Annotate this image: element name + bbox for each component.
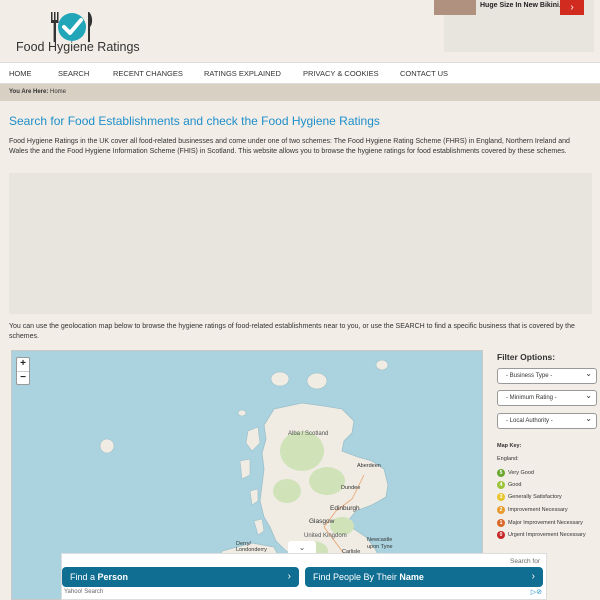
map-label-dundee: Dundee <box>341 485 361 491</box>
zoom-in-button[interactable]: + <box>17 358 29 371</box>
map-key-region: England: <box>497 456 519 462</box>
nav-recent-changes[interactable]: RECENT CHANGES <box>113 69 183 78</box>
map-key-label: Improvement Necessary <box>508 507 568 513</box>
page-title: Search for Food Establishments and check… <box>9 114 380 128</box>
zoom-control: + − <box>16 357 30 385</box>
local-authority-select[interactable]: - Local Authority - <box>497 412 597 429</box>
intro-text: Food Hygiene Ratings in the UK cover all… <box>9 138 570 155</box>
nav-ratings-explained[interactable]: RATINGS EXPLAINED <box>204 69 281 78</box>
zoom-out-button[interactable]: − <box>17 371 29 384</box>
rating-2-icon: 2 <box>497 506 505 514</box>
map-label-aberdeen: Aberdeen <box>357 463 381 469</box>
map-label-glasgow: Glasgow <box>309 518 335 525</box>
map-key-label: Major Improvement Necessary <box>508 520 583 526</box>
search-for-label: Search for <box>510 558 540 565</box>
rating-4-icon: 4 <box>497 481 505 489</box>
map-key-label: Good <box>508 482 522 488</box>
chevron-right-icon: › <box>531 571 535 582</box>
map-label-derry: Derry/ Londonderry <box>236 541 267 553</box>
rating-3-icon: 3 <box>497 493 505 501</box>
minimum-rating-select[interactable]: - Minimum Rating - <box>497 389 597 406</box>
top-ad-thumbnail[interactable] <box>434 0 476 15</box>
breadcrumb-current[interactable]: Home <box>50 89 66 95</box>
breadcrumb: You Are Here: Home <box>0 84 600 101</box>
nav-contact-us[interactable]: CONTACT US <box>400 69 448 78</box>
yahoo-search-label: Yahoo! Search <box>64 589 104 595</box>
chevron-right-icon: › <box>287 571 291 582</box>
ad-banner[interactable] <box>9 173 592 314</box>
nav-home[interactable]: HOME <box>9 69 32 78</box>
top-ad-text[interactable]: Huge Size In New Bikini... <box>480 2 565 9</box>
rating-5-icon: 5 <box>497 469 505 477</box>
map-label-alba: Alba / Scotland <box>288 431 329 437</box>
chevron-right-icon[interactable]: › <box>560 0 584 15</box>
logo-icon[interactable] <box>48 10 96 44</box>
map-label-newcastle: Newcastle upon Tyne <box>367 537 393 550</box>
business-type-select[interactable]: - Business Type - <box>497 367 597 384</box>
site-header: Food Hygiene Ratings Huge Size In New Bi… <box>0 0 600 62</box>
filter-options-title: Filter Options: <box>497 352 556 362</box>
find-person-button[interactable]: Find a Person › <box>62 567 299 587</box>
map-label-uk: United Kingdom <box>304 533 347 539</box>
site-title[interactable]: Food Hygiene Ratings <box>16 40 140 54</box>
map-key-label: Generally Satisfactory <box>508 494 562 500</box>
breadcrumb-label: You Are Here: <box>9 89 49 95</box>
main-nav: HOME SEARCH RECENT CHANGES RATINGS EXPLA… <box>0 62 600 84</box>
nav-search[interactable]: SEARCH <box>58 69 89 78</box>
bottom-ad: Search for Find a Person › Find People B… <box>61 553 547 600</box>
rating-0-icon: 0 <box>497 531 505 539</box>
adchoices-icon[interactable]: ▷⊘ <box>531 588 542 596</box>
map-key-label: Very Good <box>508 470 534 476</box>
geo-text: You can use the geolocation map below to… <box>9 323 575 340</box>
map-label-edinburgh: Edinburgh <box>330 505 360 512</box>
rating-1-icon: 1 <box>497 519 505 527</box>
nav-privacy-cookies[interactable]: PRIVACY & COOKIES <box>303 69 379 78</box>
find-people-by-name-button[interactable]: Find People By Their Name › <box>305 567 543 587</box>
map-key-label: Urgent Improvement Necessary <box>508 532 586 538</box>
map-key-title: Map Key: <box>497 443 522 449</box>
